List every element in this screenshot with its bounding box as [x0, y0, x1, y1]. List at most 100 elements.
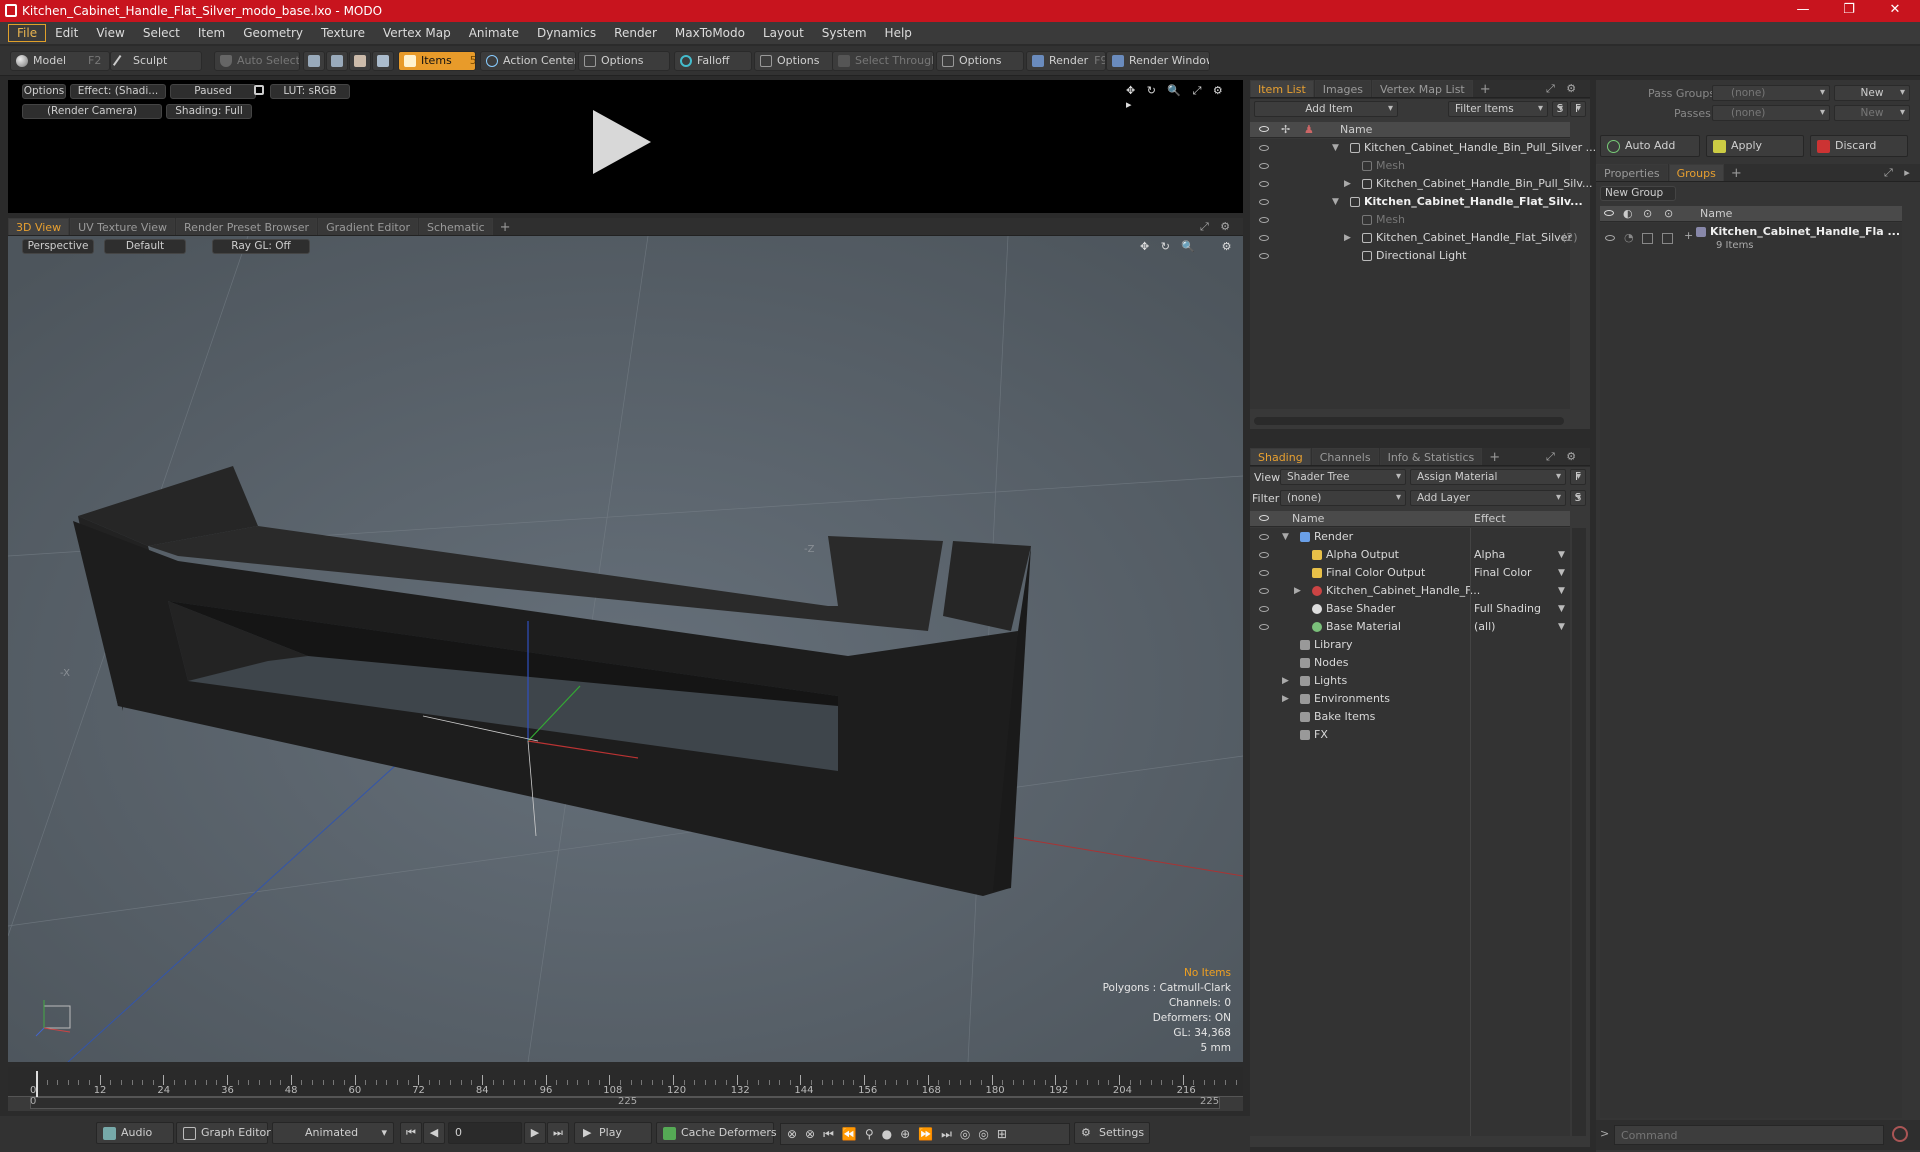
shading-f-button[interactable]: F	[1570, 469, 1586, 485]
shader-tree-row[interactable]: Alpha Output Alpha ▼	[1250, 546, 1570, 564]
viewport-nav-controls[interactable]: ✥ ↻ 🔍 ⚙	[1140, 240, 1235, 253]
visibility-eye-icon[interactable]	[1259, 181, 1269, 187]
shading-vscrollbar[interactable]	[1572, 528, 1586, 1136]
expand-arrow-icon[interactable]: ▶	[1344, 229, 1351, 247]
layer-effect[interactable]: Final Color	[1474, 564, 1532, 582]
itemlist-row[interactable]: ▶ Kitchen_Cabinet_Handle_Bin_Pull_Silv...	[1250, 175, 1592, 193]
tab-shading[interactable]: Shading	[1250, 448, 1311, 465]
visibility-eye-icon[interactable]	[1259, 217, 1269, 223]
select-checkbox[interactable]	[1662, 233, 1673, 244]
preview-view-controls[interactable]: ✥ ↻ 🔍 ⤢ ⚙ ▸	[1126, 84, 1243, 111]
add-tab-button[interactable]: +	[494, 220, 517, 235]
menu-vertex-map[interactable]: Vertex Map	[374, 24, 460, 42]
audio-button[interactable]: Audio	[96, 1122, 174, 1144]
pass-groups-new-button[interactable]: New	[1834, 85, 1910, 101]
preview-camera-dropdown[interactable]: (Render Camera)	[22, 104, 162, 119]
pass-groups-dropdown[interactable]: (none)	[1712, 85, 1830, 101]
tab-images[interactable]: Images	[1314, 80, 1371, 97]
expand-icon[interactable]: +	[1684, 229, 1693, 242]
raygl-dropdown[interactable]: Ray GL: Off	[212, 239, 310, 254]
shader-tree-row[interactable]: Nodes	[1250, 654, 1570, 672]
passes-new-button[interactable]: New	[1834, 105, 1910, 121]
transport-key-controls[interactable]: ⊗⊗⏮⏪⚲●⊕⏩⏭◎◎⊞	[780, 1123, 1070, 1145]
visibility-eye-icon[interactable]	[1605, 235, 1615, 241]
tab-render-preset-browser[interactable]: Render Preset Browser	[176, 218, 318, 235]
menu-view[interactable]: View	[87, 24, 133, 42]
menu-animate[interactable]: Animate	[460, 24, 528, 42]
settings-button[interactable]: ⚙ Settings	[1074, 1122, 1150, 1144]
go-start-button[interactable]: ⏮	[400, 1122, 422, 1144]
discard-button[interactable]: Discard	[1810, 135, 1908, 157]
assign-material-button[interactable]: Assign Material	[1410, 469, 1566, 485]
select-edges-button[interactable]	[326, 51, 348, 71]
perspective-dropdown[interactable]: Perspective	[22, 239, 94, 254]
layer-effect[interactable]: Full Shading	[1474, 600, 1541, 618]
expand-arrow-icon[interactable]: ▼	[1332, 193, 1339, 211]
add-tab-button[interactable]: +	[1483, 450, 1506, 465]
play-icon[interactable]	[593, 110, 651, 174]
close-button[interactable]: ✕	[1875, 0, 1915, 22]
falloff-button[interactable]: Falloff	[674, 51, 752, 71]
chevron-down-icon[interactable]: ▼	[1558, 546, 1565, 564]
items-mode-button[interactable]: Items 5	[398, 51, 476, 71]
menu-texture[interactable]: Texture	[312, 24, 374, 42]
select-through-options-button[interactable]: Options	[936, 51, 1024, 71]
shader-tree-row[interactable]: FX	[1250, 726, 1570, 744]
visibility-eye-icon[interactable]	[1259, 199, 1269, 205]
render-toggle-icon[interactable]: ◔	[1624, 231, 1634, 244]
select-vertices-button[interactable]	[303, 51, 325, 71]
menu-file[interactable]: File	[8, 24, 47, 42]
lock-icon[interactable]	[254, 85, 264, 95]
expand-arrow-icon[interactable]: ▼	[1282, 528, 1289, 546]
new-group-button[interactable]: New Group	[1600, 186, 1676, 201]
itemlist-row[interactable]: Directional Light	[1250, 247, 1570, 265]
menu-maxtomodo[interactable]: MaxToModo	[666, 24, 754, 42]
visibility-eye-icon[interactable]	[1259, 552, 1269, 558]
tab-uv-texture-view[interactable]: UV Texture View	[70, 218, 176, 235]
action-center-options-button[interactable]: Options	[578, 51, 670, 71]
menu-select[interactable]: Select	[134, 24, 189, 42]
tab-properties[interactable]: Properties	[1596, 164, 1668, 181]
menu-help[interactable]: Help	[876, 24, 921, 42]
preview-lut-dropdown[interactable]: LUT: sRGB	[270, 84, 350, 99]
itemlist-row[interactable]: ▼ Kitchen_Cabinet_Handle_Flat_Silv...	[1250, 193, 1583, 211]
tab-3d-view[interactable]: 3D View	[8, 218, 70, 235]
3d-scene[interactable]	[8, 236, 1243, 1062]
shader-tree-row[interactable]: Final Color Output Final Color ▼	[1250, 564, 1570, 582]
menu-render[interactable]: Render	[605, 24, 666, 42]
itemlist-row[interactable]: Mesh	[1250, 157, 1570, 175]
shading-s-button[interactable]: S	[1570, 490, 1586, 506]
render-button[interactable]: Render F9	[1026, 51, 1106, 71]
visibility-eye-icon[interactable]	[1259, 534, 1269, 540]
menu-item[interactable]: Item	[189, 24, 234, 42]
next-frame-button[interactable]: ▶	[524, 1122, 546, 1144]
expand-arrow-icon[interactable]: ▶	[1294, 582, 1301, 600]
chevron-down-icon[interactable]: ▼	[1558, 564, 1565, 582]
itemlist-row[interactable]: Mesh	[1250, 211, 1570, 229]
chevron-down-icon[interactable]: ▼	[1558, 618, 1565, 636]
render-preview[interactable]: Options Effect: (Shadi... Paused LUT: sR…	[8, 80, 1243, 213]
play-button[interactable]: ▶ Play	[574, 1122, 652, 1144]
menu-system[interactable]: System	[813, 24, 876, 42]
expand-arrow-icon[interactable]: ▼	[1332, 139, 1339, 157]
menu-edit[interactable]: Edit	[46, 24, 87, 42]
visibility-eye-icon[interactable]	[1259, 606, 1269, 612]
auto-select-button[interactable]: Auto Select	[214, 51, 300, 71]
auto-add-button[interactable]: Auto Add	[1600, 135, 1700, 157]
visibility-eye-icon[interactable]	[1259, 624, 1269, 630]
tab-groups[interactable]: Groups	[1668, 164, 1724, 181]
visibility-eye-icon[interactable]	[1259, 163, 1269, 169]
layer-effect[interactable]: (all)	[1474, 618, 1495, 636]
add-tab-button[interactable]: +	[1474, 82, 1497, 97]
visibility-eye-icon[interactable]	[1259, 253, 1269, 259]
model-mode-button[interactable]: Model F2	[10, 51, 110, 71]
group-row[interactable]: ◔ + Kitchen_Cabinet_Handle_Fla ... 9 Ite…	[1600, 223, 1902, 255]
add-item-dropdown[interactable]: Add Item	[1254, 101, 1398, 117]
timeline[interactable]: 0 12 24 36 48 60 72 84 96 108 120 132 144 156 168 180 19…	[8, 1067, 1243, 1111]
expand-arrow-icon[interactable]: ▶	[1282, 672, 1289, 690]
maximize-button[interactable]: ❐	[1829, 0, 1869, 22]
tab-gradient-editor[interactable]: Gradient Editor	[318, 218, 418, 235]
itemlist-s-button[interactable]: S	[1552, 101, 1568, 117]
animated-dropdown[interactable]: Animated ▾	[272, 1122, 394, 1144]
passes-dropdown[interactable]: (none)	[1712, 105, 1830, 121]
